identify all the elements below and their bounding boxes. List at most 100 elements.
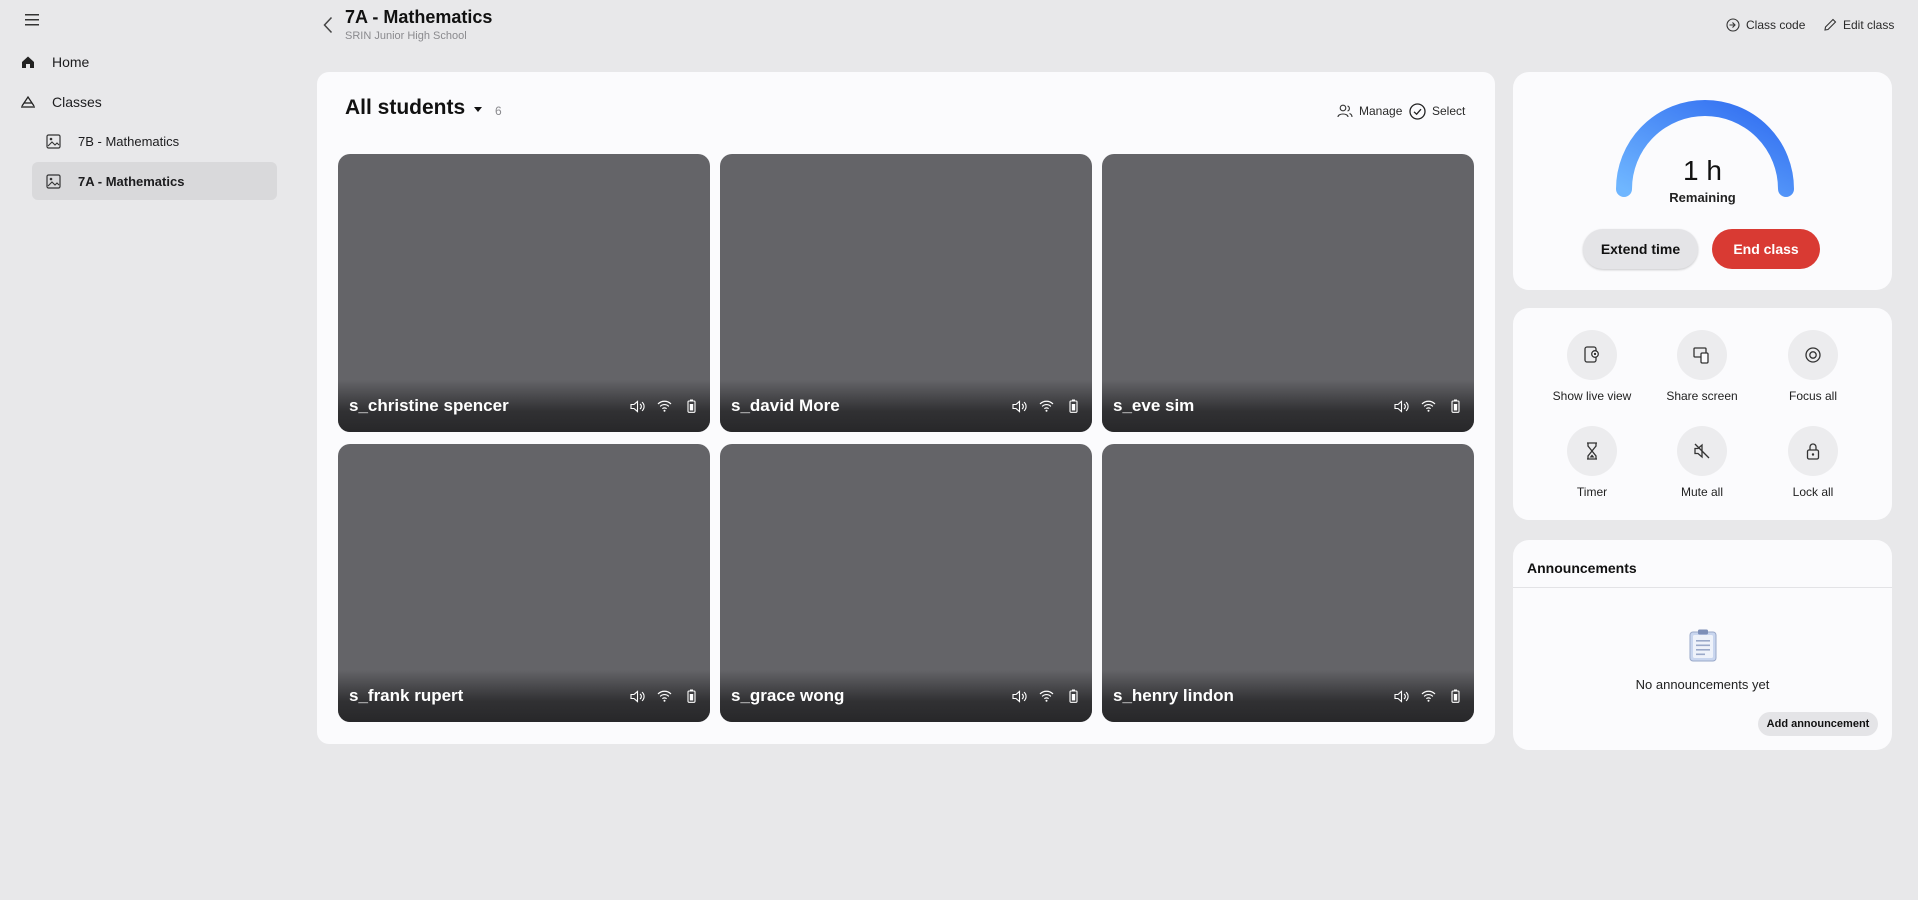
sidebar: Home Classes 7B - Mathematics 7A - Mathe… (0, 0, 300, 900)
edit-class-label: Edit class (1843, 18, 1895, 32)
class-controls-card: Show live view Share screen Focus all Ti… (1513, 308, 1892, 520)
sidebar-item-home[interactable]: Home (18, 47, 89, 77)
pencil-icon (1824, 18, 1837, 31)
battery-icon (1065, 398, 1082, 415)
volume-icon (1011, 688, 1028, 705)
check-circle-icon (1409, 102, 1426, 120)
wifi-icon (1038, 688, 1055, 705)
page-subtitle: SRIN Junior High School (345, 30, 467, 42)
class-code-label: Class code (1746, 18, 1806, 32)
show-live-view-button[interactable]: Show live view (1537, 330, 1647, 403)
student-name: s_frank rupert (349, 686, 464, 705)
volume-icon (1393, 688, 1410, 705)
announcements-card: Announcements No announcements yet Add a… (1513, 540, 1892, 750)
lock-all-button[interactable]: Lock all (1758, 426, 1868, 499)
focus-all-button[interactable]: Focus all (1758, 330, 1868, 403)
timer-button[interactable]: Timer (1537, 426, 1647, 499)
control-label: Mute all (1680, 485, 1724, 499)
add-announcement-button[interactable]: Add announcement (1758, 712, 1878, 736)
student-tile[interactable]: s_christine spencer (338, 154, 710, 432)
volume-icon (629, 398, 646, 415)
students-count: 6 (495, 104, 502, 118)
control-label: Share screen (1666, 389, 1738, 403)
caret-down-icon (474, 106, 483, 112)
battery-icon (683, 688, 700, 705)
battery-icon (683, 398, 700, 415)
wifi-icon (656, 688, 673, 705)
student-tile[interactable]: s_grace wong (720, 444, 1092, 722)
control-label: Focus all (1788, 389, 1838, 403)
class-code-button[interactable]: Class code (1726, 15, 1805, 35)
volume-icon (629, 688, 646, 705)
student-name: s_eve sim (1113, 396, 1195, 415)
students-filter-dropdown[interactable]: All students (345, 96, 483, 120)
control-label: Show live view (1552, 389, 1632, 403)
remaining-time-label: Remaining (1669, 190, 1736, 205)
student-tile-footer: s_henry lindon (1102, 670, 1474, 722)
announcements-title: Announcements (1527, 560, 1637, 576)
student-tile-footer: s_grace wong (720, 670, 1092, 722)
battery-icon (1447, 688, 1464, 705)
sidebar-item-classes[interactable]: Classes (18, 87, 102, 117)
back-arrow-icon[interactable] (318, 13, 338, 37)
student-tile-footer: s_david More (720, 380, 1092, 432)
students-panel: All students 6 Manage Select s_christine… (317, 72, 1495, 744)
student-tile-footer: s_christine spencer (338, 380, 710, 432)
remaining-time-value: 1 h (1683, 155, 1722, 186)
sidebar-class-7a-mathematics[interactable]: 7A - Mathematics (32, 162, 277, 200)
divider (1513, 587, 1892, 588)
student-grid: s_christine spencer s_david More s_eve s… (338, 154, 1474, 722)
wifi-icon (1420, 398, 1437, 415)
control-label: Lock all (1792, 485, 1834, 499)
student-name: s_christine spencer (349, 396, 509, 415)
manage-label: Manage (1359, 104, 1403, 118)
hourglass-icon (1587, 442, 1597, 460)
wifi-icon (1420, 688, 1437, 705)
student-tile[interactable]: s_eve sim (1102, 154, 1474, 432)
student-name: s_david More (731, 396, 840, 415)
select-label: Select (1432, 104, 1466, 118)
hamburger-menu-icon[interactable] (20, 8, 44, 32)
student-tile-footer: s_eve sim (1102, 380, 1474, 432)
manage-button[interactable]: Manage (1337, 100, 1402, 122)
student-name: s_grace wong (731, 686, 845, 705)
volume-icon (1393, 398, 1410, 415)
timer-card: 1 h Remaining Extend time End class (1513, 72, 1892, 290)
students-title: All students (345, 96, 466, 119)
student-tile[interactable]: s_david More (720, 154, 1092, 432)
battery-icon (1065, 688, 1082, 705)
sidebar-item-label: Classes (52, 94, 102, 110)
student-tile[interactable]: s_frank rupert (338, 444, 710, 722)
focus-icon (1805, 347, 1821, 363)
edit-class-button[interactable]: Edit class (1823, 15, 1894, 35)
announcements-empty-text: No announcements yet (1635, 677, 1770, 692)
student-tile-footer: s_frank rupert (338, 670, 710, 722)
clipboard-icon (1689, 629, 1717, 662)
enter-icon (1726, 18, 1740, 32)
student-name: s_henry lindon (1113, 686, 1234, 705)
classes-icon (18, 92, 38, 112)
volume-icon (1011, 398, 1028, 415)
select-button[interactable]: Select (1409, 100, 1465, 122)
mute-all-button[interactable]: Mute all (1647, 426, 1757, 499)
share-screen-button[interactable]: Share screen (1647, 330, 1757, 403)
wifi-icon (1038, 398, 1055, 415)
battery-icon (1447, 398, 1464, 415)
sidebar-class-7b-mathematics[interactable]: 7B - Mathematics (32, 122, 277, 160)
extend-time-button[interactable]: Extend time (1583, 229, 1698, 269)
sidebar-item-label: Home (52, 54, 90, 70)
class-image-icon (44, 132, 62, 150)
student-tile[interactable]: s_henry lindon (1102, 444, 1474, 722)
class-item-label: 7A - Mathematics (78, 173, 185, 189)
home-icon (18, 52, 38, 72)
lock-icon (1806, 443, 1820, 460)
control-label: Timer (1576, 485, 1608, 499)
share-screen-icon (1693, 347, 1709, 364)
class-image-icon (44, 172, 62, 190)
mute-icon (1694, 443, 1710, 459)
live-view-icon (1584, 346, 1599, 363)
class-item-label: 7B - Mathematics (78, 133, 180, 149)
end-class-button[interactable]: End class (1712, 229, 1820, 269)
page-title: 7A - Mathematics (345, 7, 493, 27)
users-icon (1337, 104, 1353, 118)
